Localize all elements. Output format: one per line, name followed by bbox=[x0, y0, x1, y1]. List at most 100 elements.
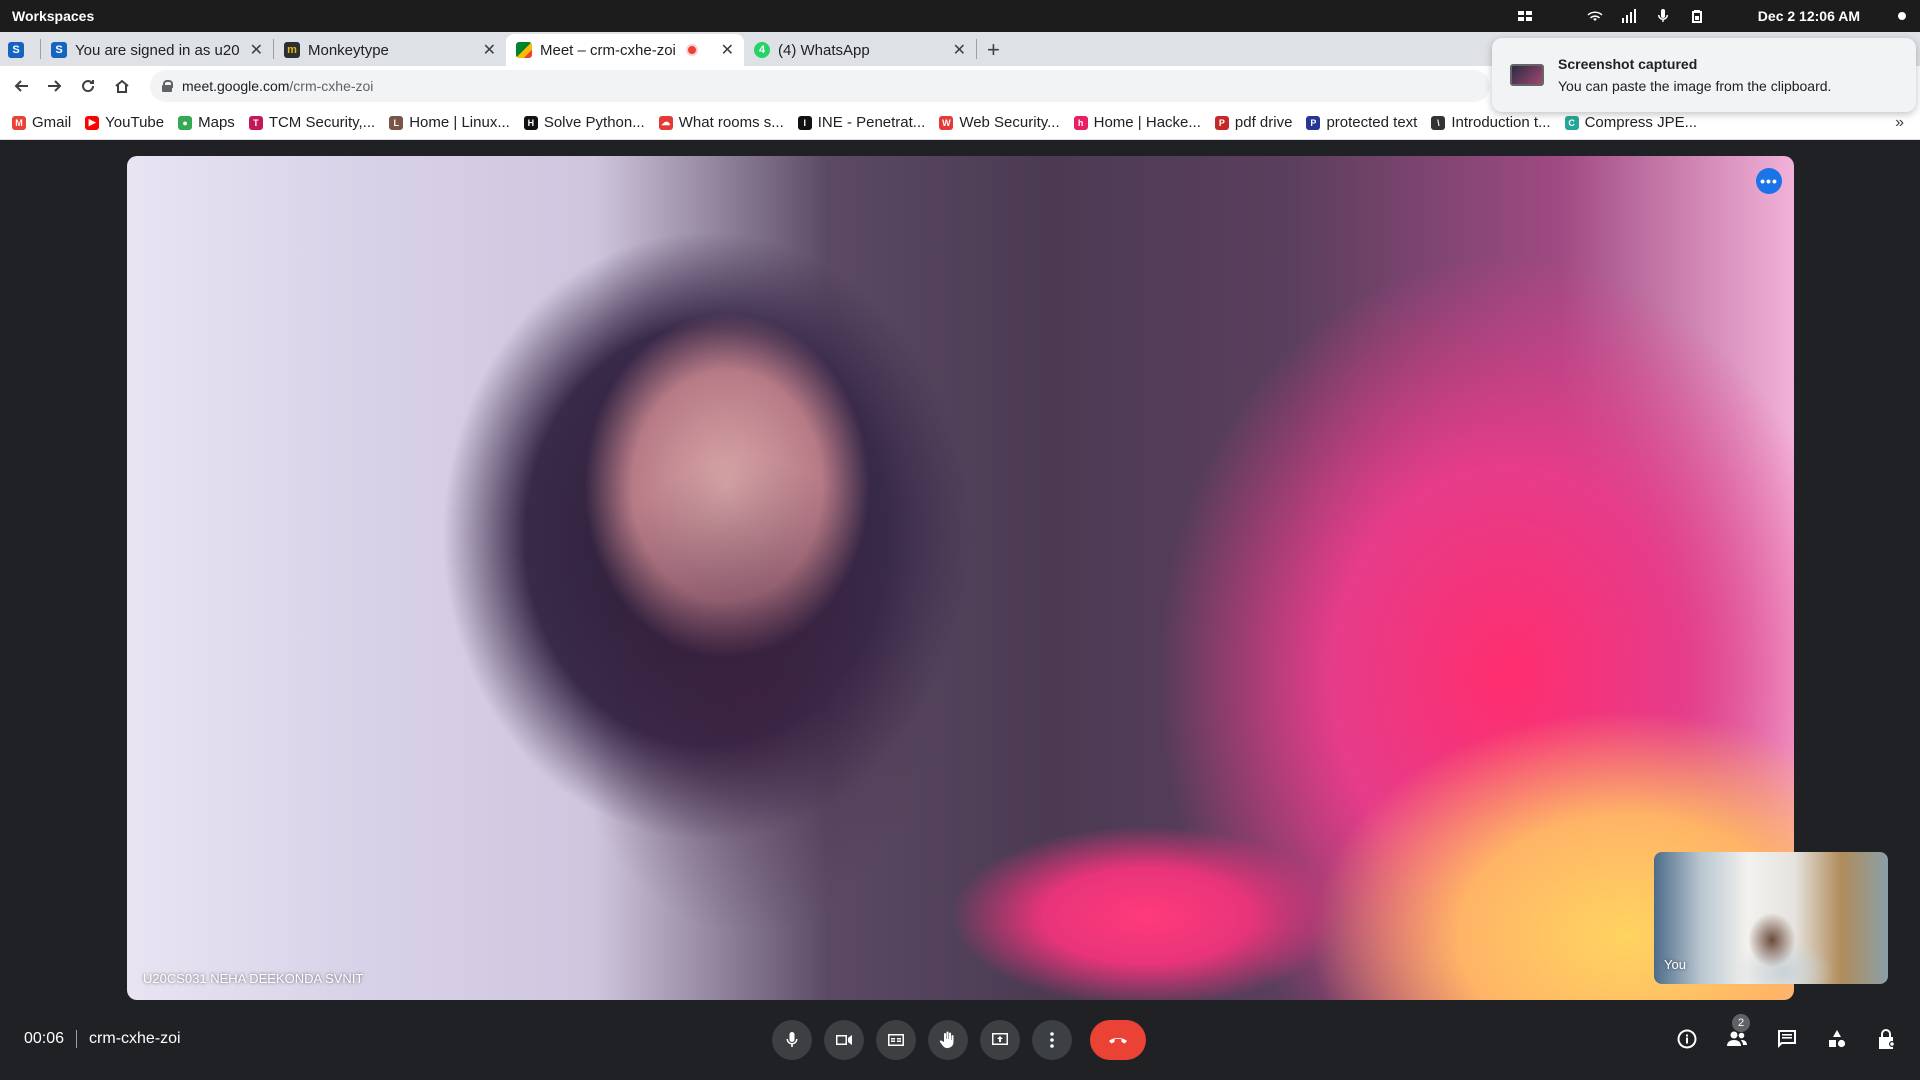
info-icon bbox=[1677, 1029, 1697, 1049]
tab-favicon-icon: S bbox=[51, 42, 67, 58]
tab-monkeytype[interactable]: m Monkeytype ✕ bbox=[274, 34, 506, 66]
camera-icon bbox=[836, 1035, 852, 1045]
main-participant-video[interactable]: ••• U20CS031 NEHA DEEKONDA SVNIT bbox=[127, 156, 1794, 1000]
bookmark-item[interactable]: M Gmail bbox=[12, 114, 71, 131]
notification-body: You can paste the image from the clipboa… bbox=[1558, 78, 1832, 94]
bookmark-favicon-icon: L bbox=[389, 115, 404, 130]
signal-icon[interactable] bbox=[1620, 9, 1638, 23]
url-path: /crm-cxhe-zoi bbox=[289, 78, 374, 94]
bookmark-favicon-icon: h bbox=[1073, 115, 1088, 130]
recording-icon bbox=[685, 44, 698, 56]
self-label: You bbox=[1664, 957, 1686, 972]
divider bbox=[76, 1030, 78, 1048]
lock-icon[interactable] bbox=[162, 80, 173, 92]
bookmark-favicon-icon: W bbox=[939, 115, 954, 130]
tab-signed-in[interactable]: S You are signed in as u20 ✕ bbox=[41, 34, 273, 66]
tab-title: (4) WhatsApp bbox=[778, 41, 870, 59]
tab-title: Monkeytype bbox=[308, 41, 389, 59]
bookmark-label: TCM Security,... bbox=[268, 114, 376, 131]
bookmark-item[interactable]: L Home | Linux... bbox=[389, 114, 510, 131]
meeting-details-button[interactable] bbox=[1674, 1026, 1700, 1052]
meeting-info: 00:06 crm-cxhe-zoi bbox=[24, 1030, 181, 1048]
close-icon[interactable]: ✕ bbox=[713, 40, 734, 60]
bookmark-favicon-icon: P bbox=[1306, 115, 1321, 130]
tab-title: You are signed in as u20 bbox=[75, 41, 240, 59]
mic-icon[interactable] bbox=[1654, 9, 1672, 23]
close-icon[interactable]: ✕ bbox=[242, 40, 263, 60]
bookmark-favicon-icon: P bbox=[1214, 115, 1229, 130]
chat-icon bbox=[1778, 1030, 1796, 1048]
reload-button[interactable] bbox=[72, 70, 104, 102]
home-button[interactable] bbox=[106, 70, 138, 102]
bookmark-item[interactable]: Pprotected text bbox=[1306, 114, 1417, 131]
bookmark-label: Maps bbox=[198, 114, 235, 131]
bookmark-item[interactable]: \ Introduction t... bbox=[1431, 114, 1551, 131]
screenshot-thumbnail-icon bbox=[1510, 64, 1544, 86]
host-controls-button[interactable] bbox=[1874, 1026, 1900, 1052]
screenshot-notification[interactable]: Screenshot captured You can paste the im… bbox=[1492, 38, 1916, 112]
battery-icon[interactable] bbox=[1688, 9, 1706, 23]
bookmark-item[interactable]: T TCM Security,... bbox=[248, 114, 376, 131]
close-icon[interactable]: ✕ bbox=[475, 40, 496, 60]
tab-title: Meet – crm-cxhe-zoi bbox=[540, 41, 676, 59]
present-button[interactable] bbox=[980, 1020, 1020, 1060]
more-options-button[interactable] bbox=[1032, 1020, 1072, 1060]
camera-button[interactable] bbox=[824, 1020, 864, 1060]
new-tab-button[interactable]: + bbox=[987, 34, 1000, 66]
back-button[interactable] bbox=[6, 70, 38, 102]
bookmark-favicon-icon: T bbox=[248, 115, 263, 130]
bookmark-label: What rooms s... bbox=[678, 114, 784, 131]
bookmarks-overflow-button[interactable]: » bbox=[1895, 114, 1904, 132]
bookmark-item[interactable]: ☁ What rooms s... bbox=[658, 114, 784, 131]
bookmark-item[interactable]: ▶ YouTube bbox=[85, 114, 164, 131]
bookmark-label: Introduction t... bbox=[1451, 114, 1551, 131]
forward-button[interactable] bbox=[38, 70, 70, 102]
grid-icon[interactable] bbox=[1516, 9, 1534, 23]
bookmark-item[interactable]: ● Maps bbox=[178, 114, 235, 131]
bookmark-favicon-icon: C bbox=[1564, 115, 1579, 130]
raise-hand-button[interactable] bbox=[928, 1020, 968, 1060]
tab-pinned[interactable]: S bbox=[0, 34, 40, 66]
url-host: meet.google.com bbox=[182, 78, 290, 94]
bookmark-favicon-icon: H bbox=[523, 115, 538, 130]
hand-icon bbox=[939, 1031, 954, 1049]
captions-button[interactable] bbox=[876, 1020, 916, 1060]
microphone-button[interactable] bbox=[772, 1020, 812, 1060]
lock-person-icon bbox=[1879, 1029, 1895, 1049]
activities-button[interactable] bbox=[1824, 1026, 1850, 1052]
mic-icon bbox=[786, 1032, 798, 1047]
bookmark-favicon-icon: I bbox=[797, 115, 812, 130]
whatsapp-favicon-icon: 4 bbox=[754, 42, 770, 58]
self-view-video[interactable]: You bbox=[1654, 852, 1888, 984]
bookmark-favicon-icon: ▶ bbox=[85, 115, 100, 130]
workspaces-button[interactable]: Workspaces bbox=[12, 8, 94, 24]
participants-count-badge: 2 bbox=[1732, 1014, 1750, 1032]
close-icon[interactable]: ✕ bbox=[945, 40, 966, 60]
wifi-icon[interactable] bbox=[1586, 9, 1604, 23]
address-bar[interactable]: meet.google.com/crm-cxhe-zoi bbox=[150, 70, 1490, 102]
chat-button[interactable] bbox=[1774, 1026, 1800, 1052]
bookmark-label: Home | Hacke... bbox=[1093, 114, 1201, 131]
bookmark-item[interactable]: C Compress JPE... bbox=[1564, 114, 1697, 131]
end-call-icon bbox=[1109, 1038, 1127, 1044]
more-options-icon[interactable]: ••• bbox=[1756, 168, 1782, 194]
tab-meet[interactable]: Meet – crm-cxhe-zoi ✕ bbox=[506, 34, 744, 66]
bookmark-favicon-icon: \ bbox=[1431, 115, 1446, 130]
notification-title: Screenshot captured bbox=[1558, 56, 1698, 72]
bookmark-label: Solve Python... bbox=[543, 114, 645, 131]
bookmark-item[interactable]: h Home | Hacke... bbox=[1073, 114, 1201, 131]
tab-whatsapp[interactable]: 4 (4) WhatsApp ✕ bbox=[744, 34, 976, 66]
notification-dot-icon[interactable] bbox=[1898, 12, 1906, 20]
clock[interactable]: Dec 2 12:06 AM bbox=[1758, 8, 1860, 24]
bookmark-item[interactable]: W Web Security... bbox=[939, 114, 1060, 131]
bookmark-item[interactable]: Ppdf drive bbox=[1214, 114, 1293, 131]
people-button[interactable]: 2 bbox=[1724, 1014, 1750, 1052]
meet-stage: ••• U20CS031 NEHA DEEKONDA SVNIT You bbox=[0, 140, 1920, 1000]
bookmark-favicon-icon: ☁ bbox=[658, 115, 673, 130]
bookmark-item[interactable]: I INE - Penetrat... bbox=[797, 114, 925, 131]
leave-call-button[interactable] bbox=[1090, 1020, 1146, 1060]
bookmark-item[interactable]: H Solve Python... bbox=[523, 114, 645, 131]
bookmark-favicon-icon: ● bbox=[178, 115, 193, 130]
bookmark-label: pdf drive bbox=[1234, 114, 1293, 131]
tab-favicon-icon: m bbox=[284, 42, 300, 58]
